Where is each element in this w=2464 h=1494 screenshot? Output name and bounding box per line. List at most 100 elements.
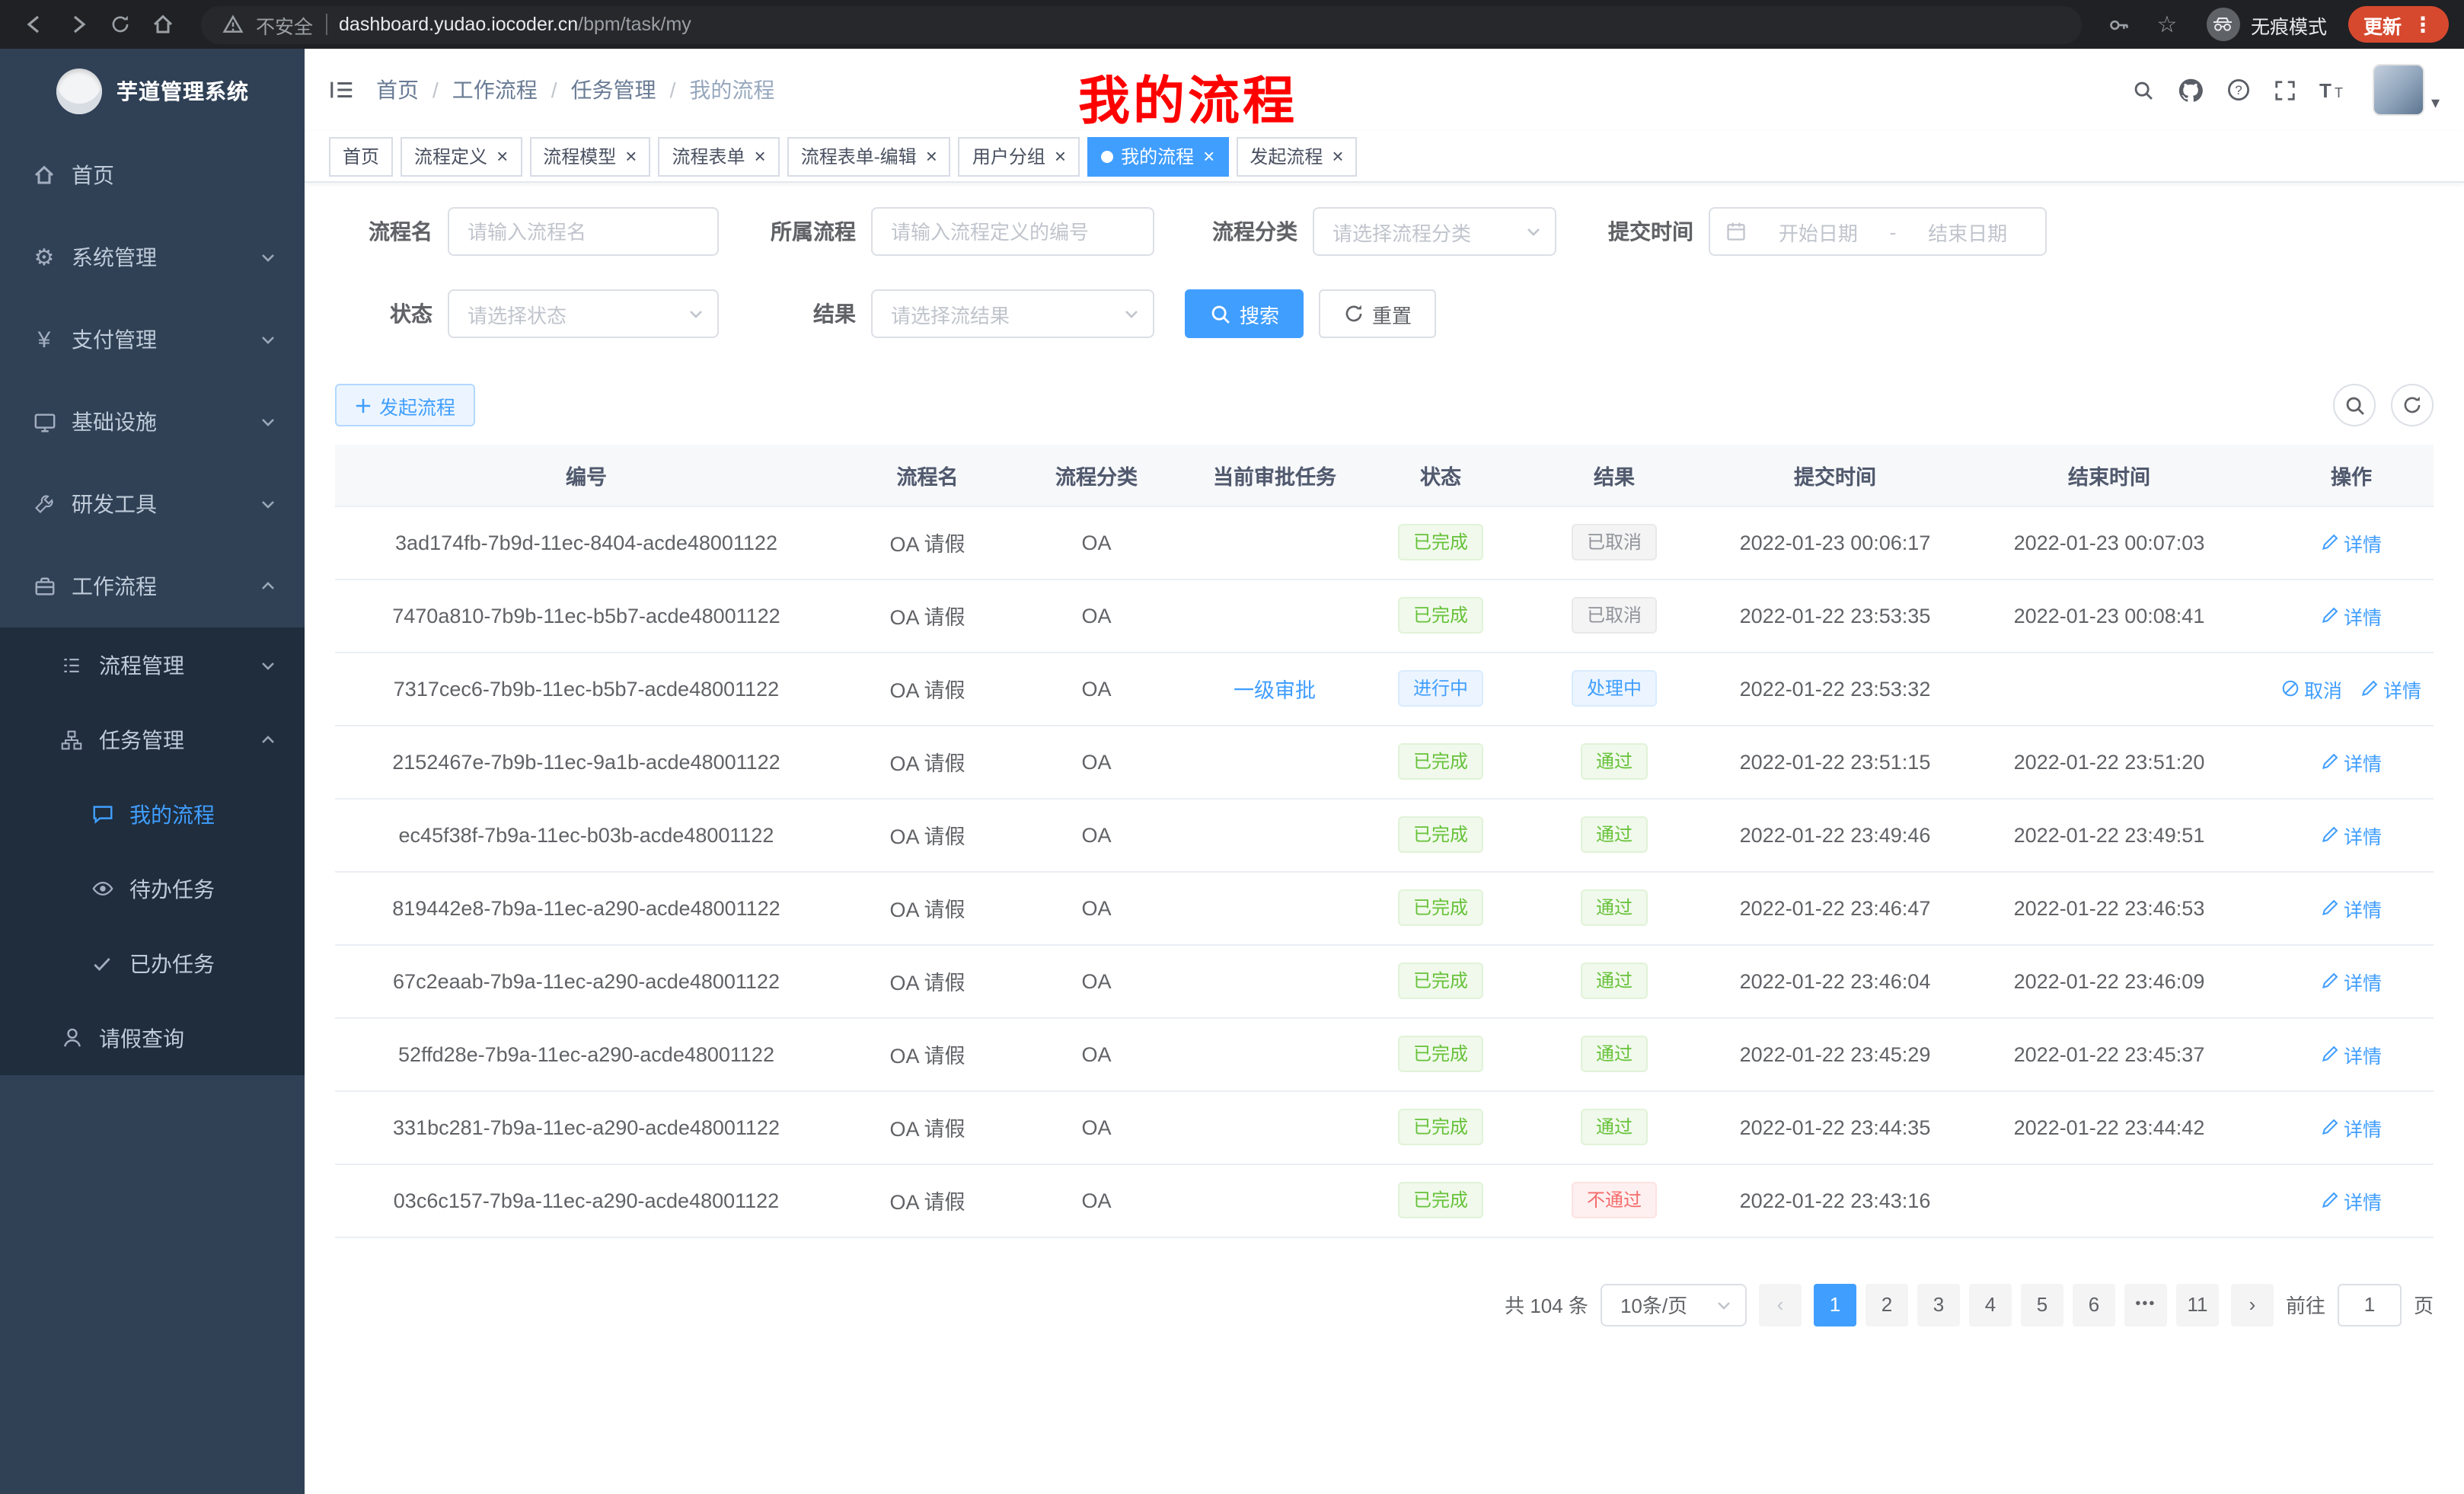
help-icon[interactable]: ? bbox=[2227, 78, 2252, 102]
tab-process-form-edit[interactable]: 流程表单-编辑× bbox=[787, 136, 951, 176]
reset-button[interactable]: 重置 bbox=[1319, 289, 1436, 338]
table-row: 03c6c157-7b9a-11ec-a290-acde48001122OA 请… bbox=[335, 1164, 2434, 1237]
sidebar-item-home[interactable]: 首页 bbox=[0, 134, 305, 216]
tree-icon bbox=[58, 729, 85, 750]
sidebar-item-my-process[interactable]: 我的流程 bbox=[0, 777, 305, 851]
detail-link[interactable]: 详情 bbox=[2321, 528, 2382, 557]
close-icon[interactable]: × bbox=[1332, 146, 1343, 166]
incognito-badge: 无痕模式 bbox=[2207, 8, 2327, 41]
column-header: 提交时间 bbox=[1721, 445, 1949, 506]
tool-icon bbox=[30, 493, 58, 515]
page-button-2[interactable]: 2 bbox=[1866, 1283, 1908, 1326]
sidebar-item-system[interactable]: ⚙系统管理 bbox=[0, 216, 305, 298]
status-select[interactable]: 请选择状态 bbox=[448, 289, 719, 338]
home-icon bbox=[30, 163, 58, 187]
tab-user-group[interactable]: 用户分组 × bbox=[959, 136, 1080, 176]
cell-actions: 详情 bbox=[2269, 944, 2434, 1017]
result-select[interactable]: 请选择流结果 bbox=[871, 289, 1154, 338]
page-button-1[interactable]: 1 bbox=[1814, 1283, 1856, 1326]
create-process-button[interactable]: 发起流程 bbox=[335, 384, 475, 426]
page-button-11[interactable]: 11 bbox=[2176, 1283, 2219, 1326]
address-bar[interactable]: 不安全 dashboard.yudao.iocoder.cn/bpm/task/… bbox=[201, 5, 2082, 43]
detail-link[interactable]: 详情 bbox=[2321, 1186, 2382, 1215]
cell-task bbox=[1176, 1017, 1374, 1090]
cell-submit-time: 2022-01-22 23:46:47 bbox=[1721, 871, 1949, 944]
sidebar-item-workflow[interactable]: 工作流程 bbox=[0, 545, 305, 627]
sidebar-item-done-tasks[interactable]: 已办任务 bbox=[0, 926, 305, 1001]
detail-link[interactable]: 详情 bbox=[2360, 674, 2421, 703]
close-icon[interactable]: × bbox=[926, 146, 937, 166]
password-key-icon[interactable] bbox=[2100, 5, 2140, 44]
breadcrumb-item[interactable]: 任务管理 bbox=[571, 75, 656, 105]
search-icon[interactable] bbox=[2133, 78, 2156, 101]
process-name-input[interactable] bbox=[448, 207, 719, 256]
goto-page-input[interactable] bbox=[2338, 1283, 2402, 1326]
detail-link[interactable]: 详情 bbox=[2321, 747, 2382, 776]
sidebar-item-devtools[interactable]: 研发工具 bbox=[0, 463, 305, 545]
sidebar-item-payment[interactable]: ¥支付管理 bbox=[0, 298, 305, 381]
tab-home[interactable]: 首页 bbox=[329, 136, 393, 176]
close-icon[interactable]: × bbox=[625, 146, 637, 166]
detail-link[interactable]: 详情 bbox=[2321, 820, 2382, 849]
tab-process-model[interactable]: 流程模型× bbox=[529, 136, 650, 176]
close-icon[interactable]: × bbox=[496, 146, 508, 166]
fullscreen-icon[interactable] bbox=[2274, 78, 2297, 101]
close-icon[interactable]: × bbox=[1203, 146, 1214, 166]
toggle-search-button[interactable] bbox=[2333, 384, 2376, 426]
breadcrumb-item[interactable]: 首页 bbox=[376, 75, 419, 105]
browser-home-icon[interactable] bbox=[143, 5, 183, 44]
tab-process-definition[interactable]: 流程定义× bbox=[401, 136, 522, 176]
breadcrumb-item[interactable]: 工作流程 bbox=[452, 75, 538, 105]
sidebar-item-label: 已办任务 bbox=[129, 948, 277, 978]
tab-start-process[interactable]: 发起流程× bbox=[1236, 136, 1357, 176]
browser-forward-icon[interactable] bbox=[58, 5, 97, 44]
sidebar-item-infrastructure[interactable]: 基础设施 bbox=[0, 381, 305, 463]
update-button[interactable]: 更新 ⋮ bbox=[2348, 6, 2449, 43]
page-button-4[interactable]: 4 bbox=[1969, 1283, 2012, 1326]
page-button-3[interactable]: 3 bbox=[1917, 1283, 1960, 1326]
next-page-button[interactable]: › bbox=[2231, 1283, 2274, 1326]
sidebar-item-process-mgmt[interactable]: 流程管理 bbox=[0, 627, 305, 702]
tab-process-form[interactable]: 流程表单× bbox=[658, 136, 779, 176]
detail-link[interactable]: 详情 bbox=[2321, 1113, 2382, 1141]
sidebar-item-leave-query[interactable]: 请假查询 bbox=[0, 1001, 305, 1075]
browser-back-icon[interactable] bbox=[15, 5, 55, 44]
sidebar-item-todo-tasks[interactable]: 待办任务 bbox=[0, 851, 305, 926]
page-button-5[interactable]: 5 bbox=[2021, 1283, 2063, 1326]
browser-refresh-icon[interactable] bbox=[101, 5, 140, 44]
collapse-sidebar-icon[interactable] bbox=[329, 78, 355, 102]
detail-link[interactable]: 详情 bbox=[2321, 1039, 2382, 1068]
detail-link[interactable]: 详情 bbox=[2321, 966, 2382, 995]
edit-icon bbox=[2321, 1118, 2339, 1136]
chevron-down-icon bbox=[687, 305, 705, 323]
task-link[interactable]: 一级审批 bbox=[1234, 679, 1316, 702]
bookmark-star-icon[interactable]: ☆ bbox=[2149, 11, 2185, 38]
close-icon[interactable]: × bbox=[755, 146, 766, 166]
pager-more-button[interactable]: ••• bbox=[2124, 1283, 2167, 1326]
security-label[interactable]: 不安全 bbox=[256, 10, 313, 39]
user-avatar[interactable]: ▾ bbox=[2373, 64, 2440, 116]
close-icon[interactable]: × bbox=[1055, 146, 1066, 166]
page-button-6[interactable]: 6 bbox=[2073, 1283, 2115, 1326]
detail-link[interactable]: 详情 bbox=[2321, 601, 2382, 630]
cell-result: 通过 bbox=[1508, 944, 1721, 1017]
font-size-icon[interactable]: TT bbox=[2320, 79, 2348, 101]
sidebar-item-task-mgmt[interactable]: 任务管理 bbox=[0, 702, 305, 777]
refresh-table-button[interactable] bbox=[2391, 384, 2434, 426]
app-logo[interactable]: 芋道管理系统 bbox=[0, 49, 305, 134]
tab-label: 用户分组 bbox=[972, 143, 1045, 169]
cell-result: 通过 bbox=[1508, 1090, 1721, 1164]
tab-my-process[interactable]: 我的流程× bbox=[1087, 136, 1228, 176]
page-size-select[interactable]: 10条/页 bbox=[1601, 1283, 1747, 1326]
detail-link[interactable]: 详情 bbox=[2321, 893, 2382, 922]
workflow-icon bbox=[30, 575, 58, 598]
process-def-input[interactable] bbox=[871, 207, 1154, 256]
table-row: 52ffd28e-7b9a-11ec-a290-acde48001122OA 请… bbox=[335, 1017, 2434, 1090]
prev-page-button[interactable]: ‹ bbox=[1759, 1283, 1802, 1326]
github-icon[interactable] bbox=[2178, 77, 2204, 103]
cancel-link[interactable]: 取消 bbox=[2281, 674, 2342, 703]
category-select[interactable]: 请选择流程分类 bbox=[1313, 207, 1556, 256]
menu-kebab-icon[interactable]: ⋮ bbox=[2412, 11, 2434, 37]
search-button[interactable]: 搜索 bbox=[1185, 289, 1304, 338]
submit-time-range[interactable]: 开始日期 - 结束日期 bbox=[1709, 207, 2047, 256]
